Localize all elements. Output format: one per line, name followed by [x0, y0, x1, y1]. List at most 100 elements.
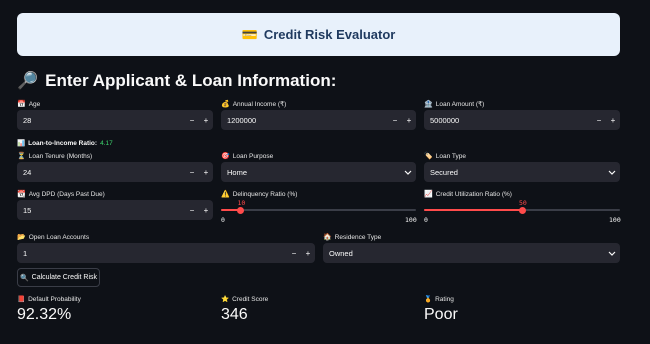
loan-amount-value[interactable]: 5000000 [424, 116, 592, 125]
loan-type-select[interactable]: Secured [424, 162, 620, 182]
credit-score-label-text: Credit Score [232, 295, 269, 303]
utilization-slider-fill [424, 209, 522, 211]
ratio-value: 4.17 [100, 139, 113, 147]
ratio-label: Loan-to-Income Ratio: [28, 139, 98, 147]
tenure-label-text: Loan Tenure (Months) [28, 152, 93, 160]
loan-amount-label-text: Loan Amount (₹) [435, 101, 485, 108]
section-title: Enter Applicant & Loan Information: [45, 71, 337, 90]
default-probability-label: 📕 Default Probability [17, 295, 81, 304]
medal-icon: 🏅 [424, 296, 433, 303]
calendar-icon: 📅 [17, 101, 26, 108]
calculate-credit-risk-button[interactable]: 🔍 Calculate Credit Risk [17, 268, 100, 287]
avg-dpd-input[interactable]: 15 − + [17, 200, 213, 220]
house-icon: 🏠 [323, 234, 332, 241]
target-icon: 🎯 [221, 153, 230, 160]
avg-dpd-increment-button[interactable]: + [199, 200, 213, 220]
rating-label-text: Rating [435, 295, 454, 303]
open-accounts-label: 📂 Open Loan Accounts [17, 233, 90, 242]
loan-amount-label: 🏦 Loan Amount (₹) [424, 100, 484, 108]
age-value[interactable]: 28 [17, 116, 185, 125]
chevron-down-icon[interactable] [604, 251, 620, 256]
trend-chart-icon: 📈 [424, 191, 433, 198]
folder-icon: 📂 [17, 234, 26, 241]
avg-dpd-decrement-button[interactable]: − [185, 200, 199, 220]
utilization-label: 📈 Credit Utilization Ratio (%) [424, 190, 512, 199]
loan-type-value[interactable]: Secured [424, 168, 604, 177]
age-increment-button[interactable]: + [199, 110, 213, 130]
avg-dpd-value[interactable]: 15 [17, 206, 185, 215]
hourglass-icon: ⏳ [17, 153, 26, 160]
utilization-label-text: Credit Utilization Ratio (%) [435, 190, 512, 198]
income-label: 💰 Annual Income (₹) [221, 100, 286, 108]
rating-value: Poor [424, 306, 458, 323]
app-title: Credit Risk Evaluator [263, 27, 396, 42]
book-icon: 📕 [17, 296, 26, 303]
chevron-down-icon[interactable] [400, 170, 416, 175]
delinquency-label-text: Delinquency Ratio (%) [232, 190, 298, 198]
open-accounts-increment-button[interactable]: + [301, 243, 315, 263]
default-probability-value: 92.32% [17, 306, 72, 323]
title-banner: 💳 Credit Risk Evaluator [17, 13, 620, 56]
purpose-label: 🎯 Loan Purpose [221, 152, 274, 161]
purpose-value[interactable]: Home [221, 168, 400, 177]
open-accounts-value[interactable]: 1 [17, 249, 287, 258]
open-accounts-decrement-button[interactable]: − [287, 243, 301, 263]
avg-dpd-label-text: Avg DPD (Days Past Due) [28, 190, 105, 198]
income-label-text: Annual Income (₹) [232, 101, 287, 108]
age-input[interactable]: 28 − + [17, 110, 213, 130]
delinquency-slider-track[interactable] [221, 209, 416, 211]
income-decrement-button[interactable]: − [388, 110, 402, 130]
age-decrement-button[interactable]: − [185, 110, 199, 130]
loan-to-income-ratio: 📊 Loan-to-Income Ratio: 4.17 [17, 139, 113, 148]
avg-dpd-label: 📆 Avg DPD (Days Past Due) [17, 190, 105, 199]
tenure-label: ⏳ Loan Tenure (Months) [17, 152, 93, 161]
delinquency-slider-max: 100 [405, 216, 417, 224]
credit-score-value: 346 [221, 306, 248, 323]
income-value[interactable]: 1200000 [221, 116, 388, 125]
age-label-text: Age [28, 100, 41, 108]
tenure-increment-button[interactable]: + [199, 162, 213, 182]
tenure-value[interactable]: 24 [17, 168, 185, 177]
utilization-slider-value: 50 [519, 199, 527, 207]
loan-amount-increment-button[interactable]: + [606, 110, 620, 130]
delinquency-slider-thumb[interactable] [237, 206, 244, 214]
credit-score-label: ⭐ Credit Score [221, 295, 269, 304]
age-label: 📅 Age [17, 100, 41, 109]
residence-label-text: Residence Type [334, 233, 382, 241]
rating-label: 🏅 Rating [424, 295, 454, 304]
residence-label: 🏠 Residence Type [323, 233, 382, 242]
calculate-button-label: Calculate Credit Risk [31, 274, 98, 281]
calendar-icon: 📆 [17, 191, 26, 198]
utilization-slider-max: 100 [609, 216, 621, 224]
income-increment-button[interactable]: + [402, 110, 416, 130]
income-input[interactable]: 1200000 − + [221, 110, 416, 130]
chart-icon: 📊 [17, 140, 26, 147]
section-heading: 🔎 Enter Applicant & Loan Information: [17, 71, 336, 91]
credit-card-icon: 💳 [241, 26, 258, 42]
utilization-slider-thumb[interactable] [518, 206, 526, 214]
chevron-down-icon[interactable] [604, 170, 620, 175]
tenure-input[interactable]: 24 − + [17, 162, 213, 182]
bank-icon: 🏦 [424, 101, 433, 108]
magnifier-icon: 🔎 [17, 71, 39, 90]
open-accounts-label-text: Open Loan Accounts [28, 233, 90, 241]
open-accounts-input[interactable]: 1 − + [17, 243, 315, 263]
search-icon: 🔍 [19, 274, 29, 282]
delinquency-label: ⚠️ Delinquency Ratio (%) [221, 190, 298, 199]
purpose-select[interactable]: Home [221, 162, 416, 182]
loan-amount-decrement-button[interactable]: − [592, 110, 606, 130]
delinquency-slider-min: 0 [221, 216, 225, 224]
tag-icon: 🏷️ [424, 153, 433, 160]
delinquency-slider-value: 10 [237, 199, 246, 207]
money-bag-icon: 💰 [221, 101, 230, 108]
purpose-label-text: Loan Purpose [232, 152, 274, 160]
loan-type-label-text: Loan Type [435, 152, 466, 160]
utilization-slider-min: 0 [424, 216, 428, 224]
tenure-decrement-button[interactable]: − [185, 162, 199, 182]
residence-value[interactable]: Owned [323, 249, 604, 258]
warning-icon: ⚠️ [221, 191, 230, 198]
loan-type-label: 🏷️ Loan Type [424, 152, 466, 161]
residence-select[interactable]: Owned [323, 243, 620, 263]
star-icon: ⭐ [221, 296, 230, 303]
loan-amount-input[interactable]: 5000000 − + [424, 110, 620, 130]
